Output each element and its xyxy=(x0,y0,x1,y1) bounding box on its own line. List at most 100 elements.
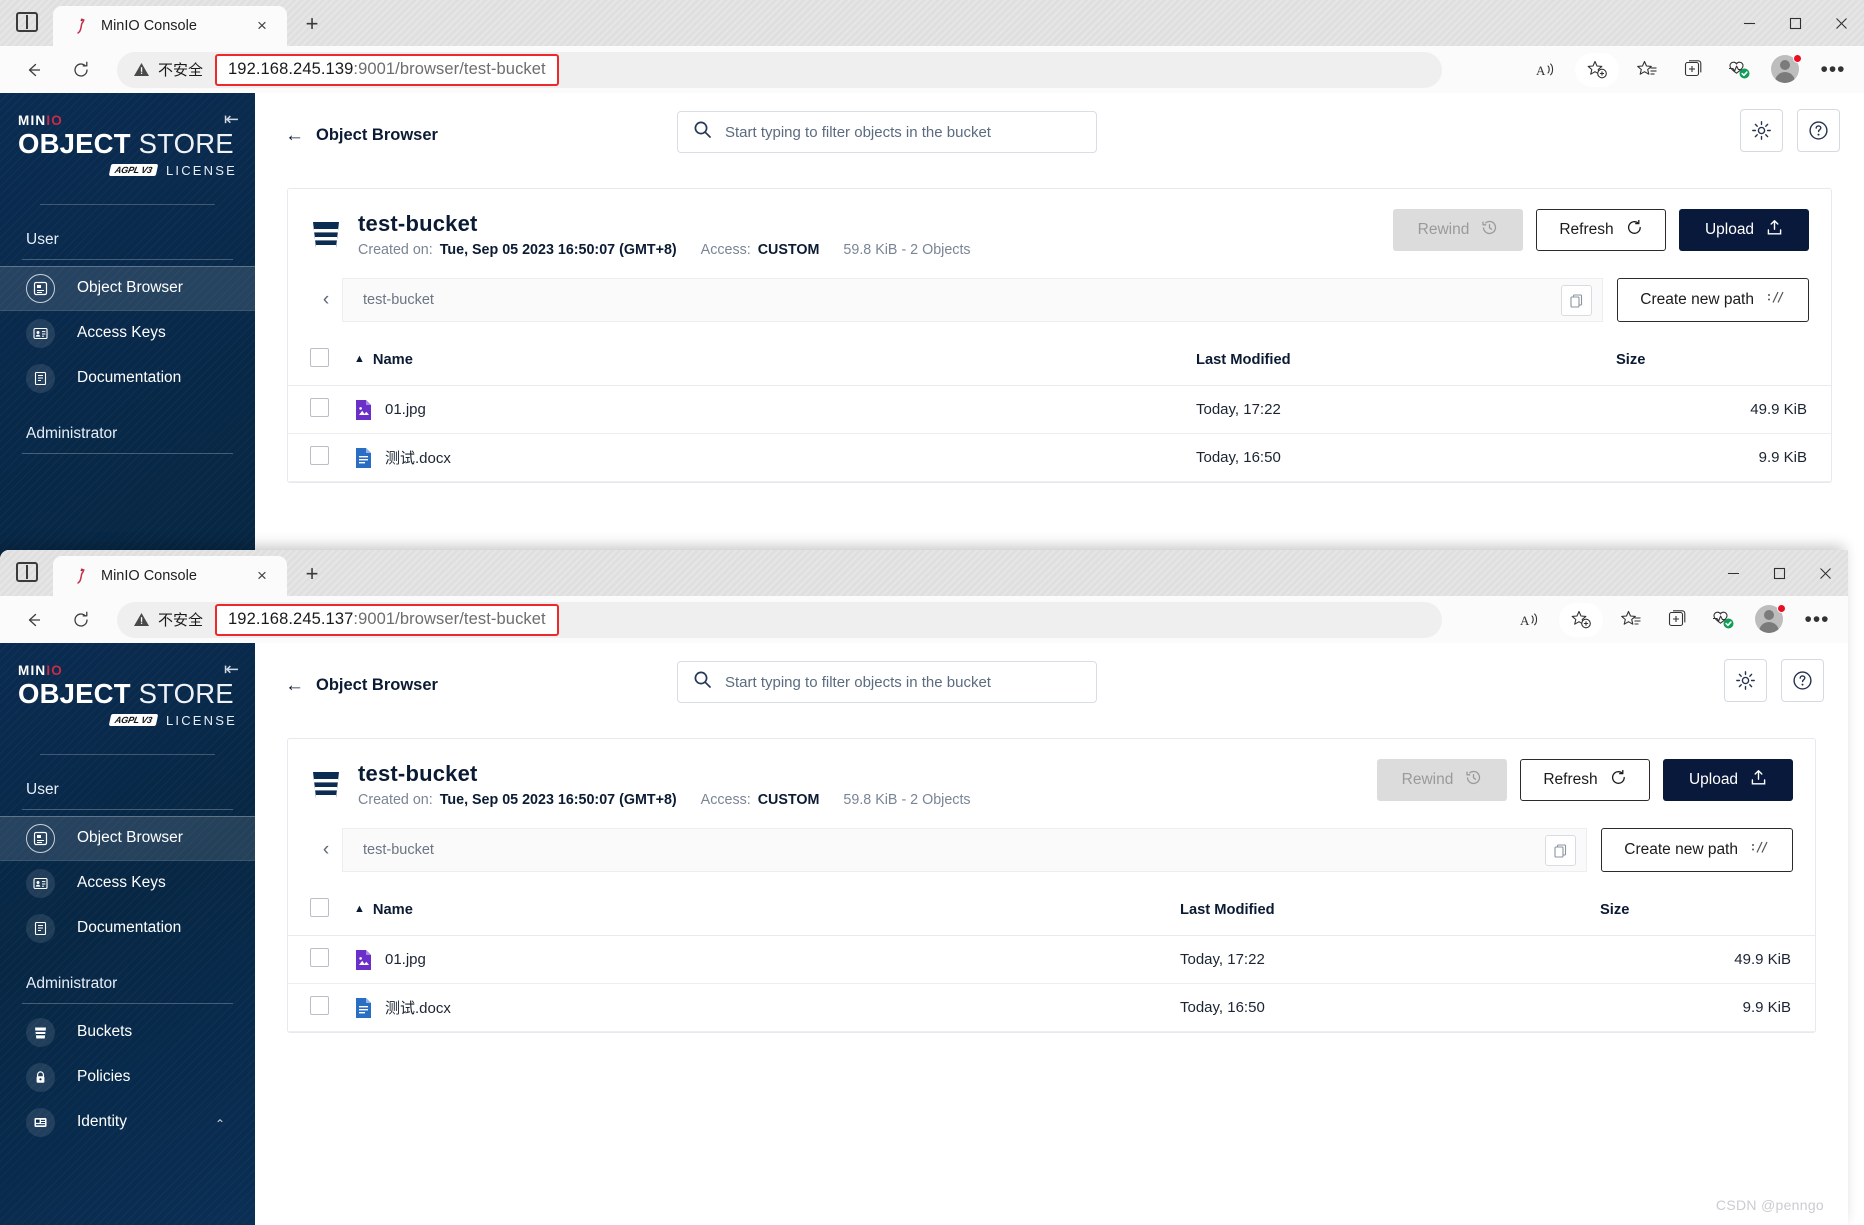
create-new-path-button[interactable]: Create new path xyxy=(1617,278,1809,322)
minimize-icon[interactable] xyxy=(1726,0,1772,46)
collections-icon[interactable] xyxy=(1659,603,1695,637)
collapse-sidebar-icon[interactable]: ⇤ xyxy=(224,659,239,680)
url-text-back: 192.168.245.139:9001/browser/test-bucket xyxy=(228,60,546,79)
tab-close-button-front[interactable]: × xyxy=(254,567,270,584)
row-modified: Today, 16:50 xyxy=(1196,433,1616,482)
read-aloud-icon[interactable]: A xyxy=(1513,603,1549,637)
column-name[interactable]: ▲ Name xyxy=(354,338,1196,386)
add-favorite-icon[interactable] xyxy=(1575,52,1619,87)
row-name: 01.jpg xyxy=(385,951,426,968)
row-checkbox[interactable] xyxy=(288,433,354,482)
copy-icon[interactable] xyxy=(1545,835,1577,866)
chevron-up-icon[interactable]: ⌃ xyxy=(215,1117,225,1131)
sidebar-item-object-browser[interactable]: Object Browser xyxy=(0,815,255,861)
maximize-icon[interactable] xyxy=(1756,550,1802,596)
sidebar-item-identity[interactable]: Identity ⌃ xyxy=(0,1100,255,1145)
sidebar-item-policies[interactable]: Policies xyxy=(0,1055,255,1100)
table-row[interactable]: 测试.docx Today, 16:50 9.9 KiB xyxy=(288,983,1815,1032)
sidebar-item-access-keys[interactable]: Access Keys xyxy=(0,311,255,356)
sidebar-item-object-browser[interactable]: Object Browser xyxy=(0,265,255,311)
chevron-left-icon[interactable]: ‹ xyxy=(310,289,342,311)
breadcrumb[interactable]: ← Object Browser xyxy=(285,125,438,147)
row-size: 9.9 KiB xyxy=(1600,983,1815,1032)
new-tab-button-front[interactable]: + xyxy=(300,563,324,587)
gear-icon[interactable] xyxy=(1740,109,1783,152)
close-icon[interactable] xyxy=(1818,0,1864,46)
search-input[interactable]: Start typing to filter objects in the bu… xyxy=(677,661,1097,703)
path-field[interactable]: test-bucket xyxy=(342,828,1588,872)
bucket-name: test-bucket xyxy=(358,211,478,236)
tab-close-button-back[interactable]: × xyxy=(254,17,270,34)
sidebar-label-policies: Policies xyxy=(77,1068,131,1086)
gear-icon[interactable] xyxy=(1724,659,1767,702)
refresh-button[interactable]: Refresh xyxy=(1536,209,1666,251)
browser-tab-back[interactable]: MinIO Console × xyxy=(53,6,287,46)
row-checkbox[interactable] xyxy=(288,385,354,434)
upload-button[interactable]: Upload xyxy=(1679,209,1809,251)
checkbox-box xyxy=(310,398,329,417)
select-all-checkbox[interactable] xyxy=(288,338,354,386)
tab-actions-icon[interactable] xyxy=(16,562,38,582)
column-last-modified[interactable]: Last Modified xyxy=(1196,338,1616,386)
url-omnibox-back[interactable]: 不安全 192.168.245.139:9001/browser/test-bu… xyxy=(117,51,1442,88)
back-button-back[interactable] xyxy=(13,52,53,88)
rewind-button[interactable]: Rewind xyxy=(1377,759,1507,801)
column-name[interactable]: ▲ Name xyxy=(354,888,1180,936)
maximize-icon[interactable] xyxy=(1772,0,1818,46)
sidebar-item-buckets[interactable]: Buckets xyxy=(0,1010,255,1055)
browser-settings-menu-icon[interactable]: ••• xyxy=(1815,53,1851,87)
tab-actions-icon[interactable] xyxy=(16,12,38,32)
url-highlight-box-front[interactable]: 192.168.245.137:9001/browser/test-bucket xyxy=(215,603,559,636)
browser-settings-menu-icon[interactable]: ••• xyxy=(1799,603,1835,637)
column-size[interactable]: Size xyxy=(1616,338,1831,386)
browser-essentials-icon[interactable] xyxy=(1721,53,1757,87)
read-aloud-icon[interactable]: A xyxy=(1529,53,1565,87)
minimize-icon[interactable] xyxy=(1710,550,1756,596)
breadcrumb[interactable]: ← Object Browser xyxy=(285,675,438,697)
sidebar-item-documentation[interactable]: Documentation xyxy=(0,356,255,401)
select-all-checkbox[interactable] xyxy=(288,888,354,936)
url-omnibox-front[interactable]: 不安全 192.168.245.137:9001/browser/test-bu… xyxy=(117,601,1442,638)
back-button-front[interactable] xyxy=(13,602,53,638)
help-circle-icon[interactable] xyxy=(1781,659,1824,702)
row-name-cell: 01.jpg xyxy=(354,935,1180,984)
refresh-button[interactable]: Refresh xyxy=(1520,759,1650,801)
table-row[interactable]: 测试.docx Today, 16:50 9.9 KiB xyxy=(288,433,1831,482)
collections-icon[interactable] xyxy=(1675,53,1711,87)
new-tab-button-back[interactable]: + xyxy=(300,13,324,37)
browser-tab-front[interactable]: MinIO Console × xyxy=(53,556,287,596)
collapse-sidebar-icon[interactable]: ⇤ xyxy=(224,109,239,130)
add-favorite-icon[interactable] xyxy=(1559,602,1603,637)
checkbox-box xyxy=(310,898,329,917)
copy-icon[interactable] xyxy=(1561,285,1593,316)
rewind-button[interactable]: Rewind xyxy=(1393,209,1523,251)
browser-essentials-icon[interactable] xyxy=(1705,603,1741,637)
sidebar-item-access-keys[interactable]: Access Keys xyxy=(0,861,255,906)
back-arrow-icon[interactable]: ← xyxy=(285,125,304,147)
reload-button-back[interactable] xyxy=(61,52,101,88)
row-checkbox[interactable] xyxy=(288,983,354,1032)
page-header-back: ← Object Browser Start typing to filter … xyxy=(255,93,1864,178)
path-text: test-bucket xyxy=(363,292,434,308)
path-field[interactable]: test-bucket xyxy=(342,278,1604,322)
upload-button[interactable]: Upload xyxy=(1663,759,1793,801)
create-new-path-button[interactable]: Create new path xyxy=(1601,828,1793,872)
help-circle-icon[interactable] xyxy=(1797,109,1840,152)
table-row[interactable]: 01.jpg Today, 17:22 49.9 KiB xyxy=(288,385,1831,434)
favorites-icon[interactable] xyxy=(1613,603,1649,637)
favorites-icon[interactable] xyxy=(1629,53,1665,87)
back-arrow-icon[interactable]: ← xyxy=(285,675,304,697)
image-file-icon xyxy=(354,949,373,971)
close-icon[interactable] xyxy=(1802,550,1848,596)
row-checkbox[interactable] xyxy=(288,935,354,984)
column-last-modified[interactable]: Last Modified xyxy=(1180,888,1600,936)
profile-avatar[interactable] xyxy=(1755,603,1786,635)
table-row[interactable]: 01.jpg Today, 17:22 49.9 KiB xyxy=(288,935,1815,984)
url-highlight-box-back[interactable]: 192.168.245.139:9001/browser/test-bucket xyxy=(215,53,559,86)
search-input[interactable]: Start typing to filter objects in the bu… xyxy=(677,111,1097,153)
sidebar-item-documentation[interactable]: Documentation xyxy=(0,906,255,951)
reload-button-front[interactable] xyxy=(61,602,101,638)
profile-avatar[interactable] xyxy=(1771,53,1802,85)
chevron-left-icon[interactable]: ‹ xyxy=(310,839,342,861)
column-size[interactable]: Size xyxy=(1600,888,1815,936)
